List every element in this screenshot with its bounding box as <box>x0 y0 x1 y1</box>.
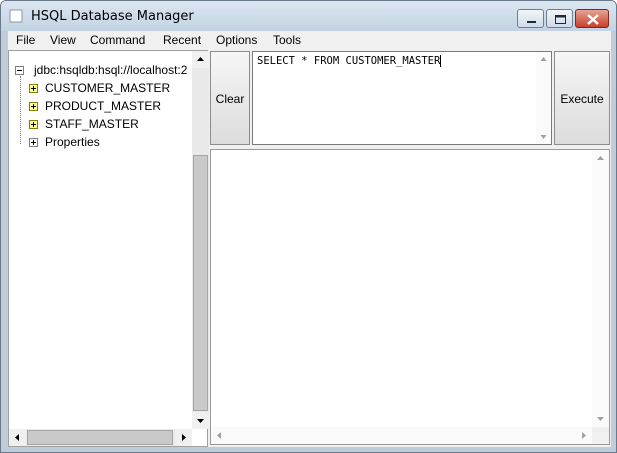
title-bar[interactable]: HSQL Database Manager <box>1 1 616 31</box>
execute-button[interactable]: Execute <box>554 51 610 145</box>
connection-url-label: jdbc:hsqldb:hsql://localhost:2 <box>34 63 188 77</box>
table-label: PRODUCT_MASTER <box>45 99 162 113</box>
arrow-up-icon <box>197 57 204 61</box>
properties-label: Properties <box>45 135 100 149</box>
expand-icon[interactable] <box>29 102 38 111</box>
menu-recent[interactable]: Recent <box>163 33 201 47</box>
tree-table-node[interactable]: CUSTOMER_MASTER <box>29 81 194 97</box>
sql-query-text[interactable]: SELECT * FROM CUSTOMER_MASTER <box>257 55 442 67</box>
arrow-down-icon <box>197 419 204 423</box>
menu-tools[interactable]: Tools <box>273 33 301 47</box>
menu-command[interactable]: Command <box>90 33 145 47</box>
expand-icon[interactable] <box>29 120 38 129</box>
tree-root-node[interactable]: jdbc:hsqldb:hsql://localhost:2 <box>15 63 195 79</box>
maximize-icon <box>555 15 566 24</box>
table-label: STAFF_MASTER <box>45 117 139 131</box>
window-title: HSQL Database Manager <box>31 9 194 24</box>
app-window: HSQL Database Manager File View Command … <box>0 0 617 453</box>
tree-properties-node[interactable]: Properties <box>29 135 194 151</box>
tree-table-node[interactable]: PRODUCT_MASTER <box>29 99 194 115</box>
tree-connector <box>20 76 21 144</box>
scroll-thumb[interactable] <box>193 155 208 411</box>
collapse-icon[interactable] <box>15 66 24 75</box>
scroll-left-button[interactable] <box>9 429 26 446</box>
menu-file[interactable]: File <box>16 33 35 47</box>
arrow-down-icon[interactable] <box>592 410 609 427</box>
menu-bar: File View Command Recent Options Tools <box>8 31 611 50</box>
arrow-up-icon[interactable] <box>536 52 551 66</box>
expand-icon[interactable] <box>29 138 38 147</box>
close-button[interactable] <box>575 9 609 28</box>
sql-editor-scrollbar[interactable] <box>536 52 551 144</box>
expand-icon[interactable] <box>29 84 38 93</box>
tree-vertical-scrollbar[interactable] <box>192 51 209 429</box>
app-icon <box>9 9 23 23</box>
arrow-left-icon[interactable] <box>211 427 228 444</box>
scroll-down-button[interactable] <box>192 412 209 429</box>
sql-query-value: SELECT * FROM CUSTOMER_MASTER <box>257 55 441 67</box>
scroll-up-button[interactable] <box>192 51 209 68</box>
tree-table-node[interactable]: STAFF_MASTER <box>29 117 194 133</box>
sql-editor[interactable]: SELECT * FROM CUSTOMER_MASTER <box>252 51 552 145</box>
close-icon <box>587 14 599 25</box>
scroll-right-button[interactable] <box>175 429 192 446</box>
arrow-up-icon[interactable] <box>592 150 609 167</box>
results-vertical-scrollbar[interactable] <box>592 150 609 427</box>
results-horizontal-scrollbar[interactable] <box>211 427 592 444</box>
arrow-right-icon[interactable] <box>575 427 592 444</box>
database-tree-panel: jdbc:hsqldb:hsql://localhost:2 CUSTOMER_… <box>8 50 209 447</box>
scroll-thumb[interactable] <box>27 430 173 445</box>
table-label: CUSTOMER_MASTER <box>45 81 171 95</box>
minimize-icon <box>527 21 536 23</box>
arrow-right-icon <box>182 434 186 441</box>
tree-horizontal-scrollbar[interactable] <box>9 429 192 446</box>
scroll-corner <box>592 427 609 444</box>
results-panel[interactable] <box>210 149 610 445</box>
maximize-button[interactable] <box>546 9 573 28</box>
menu-options[interactable]: Options <box>216 33 257 47</box>
arrow-left-icon <box>15 434 19 441</box>
client-area: jdbc:hsqldb:hsql://localhost:2 CUSTOMER_… <box>8 50 611 447</box>
menu-view[interactable]: View <box>50 33 76 47</box>
clear-button[interactable]: Clear <box>210 51 250 145</box>
minimize-button[interactable] <box>517 9 544 28</box>
arrow-down-icon[interactable] <box>536 130 551 144</box>
text-caret <box>440 55 442 67</box>
